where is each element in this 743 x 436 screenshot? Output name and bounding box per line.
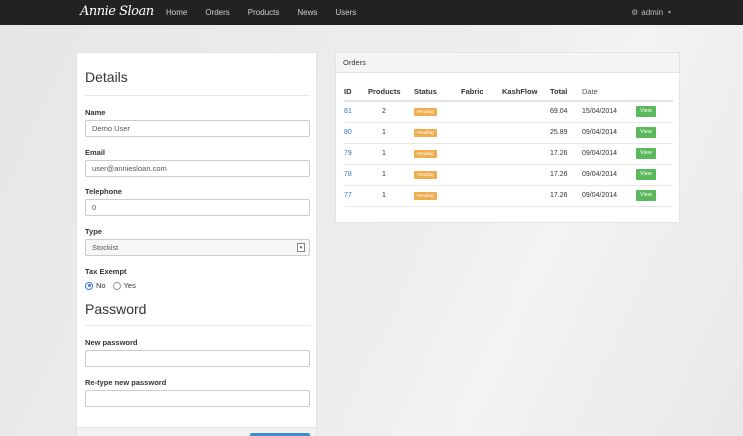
tax-exempt-no-radio[interactable] <box>85 281 93 290</box>
telephone-input[interactable] <box>85 199 310 216</box>
orders-header-row: ID Products Status Fabric KashFlow Total… <box>344 82 673 102</box>
top-navbar: Annie Sloan Home Orders Products News Us… <box>0 0 743 25</box>
order-kashflow <box>502 185 550 207</box>
orders-panel-heading: Orders <box>336 53 679 73</box>
tax-exempt-yes-label: Yes <box>123 281 136 290</box>
column-header-products: Products <box>368 82 414 102</box>
order-id-link[interactable]: 78 <box>344 171 352 178</box>
table-row: 77 1 Pending 17.26 09/04/2014 View <box>344 185 673 207</box>
order-products: 1 <box>368 164 414 186</box>
new-password-input[interactable] <box>85 350 310 367</box>
email-input[interactable] <box>85 160 310 177</box>
caret-down-icon: ▼ <box>667 9 672 16</box>
column-header-id: ID <box>344 82 368 102</box>
details-panel: Details Name Email Telephone Type Stocki… <box>76 52 317 436</box>
order-products: 1 <box>368 122 414 144</box>
orders-panel: Orders ID Products Status Fabric KashFlo… <box>335 52 680 223</box>
table-row: 80 1 Pending 25.89 09/04/2014 View <box>344 122 673 144</box>
column-header-action <box>636 82 673 102</box>
order-kashflow <box>502 122 550 144</box>
table-row: 78 1 Pending 17.26 09/04/2014 View <box>344 164 673 186</box>
type-select-value: Stockist <box>92 243 119 252</box>
gear-icon: ⚙ <box>631 8 639 17</box>
new-password-label: New password <box>85 338 138 347</box>
telephone-label: Telephone <box>85 187 122 196</box>
column-header-status: Status <box>414 82 461 102</box>
order-fabric <box>461 122 502 144</box>
nav-link-products[interactable]: Products <box>248 8 280 17</box>
email-label: Email <box>85 148 106 157</box>
column-header-fabric: Fabric <box>461 82 502 102</box>
order-total: 69.04 <box>550 101 582 123</box>
tax-exempt-label: Tax Exempt <box>85 267 127 276</box>
nav-links: Home Orders Products News Users <box>166 0 374 25</box>
nav-link-news[interactable]: News <box>297 8 317 17</box>
order-date: 09/04/2014 <box>582 185 636 207</box>
view-order-button[interactable]: View <box>636 127 656 138</box>
order-id-link[interactable]: 79 <box>344 150 352 157</box>
nav-link-orders[interactable]: Orders <box>205 8 229 17</box>
status-badge: Pending <box>414 191 437 200</box>
order-kashflow <box>502 101 550 123</box>
nav-link-home[interactable]: Home <box>166 8 187 17</box>
password-title: Password <box>85 301 147 317</box>
column-header-kashflow: KashFlow <box>502 82 550 102</box>
type-label: Type <box>85 227 102 236</box>
order-total: 17.26 <box>550 143 582 165</box>
order-fabric <box>461 164 502 186</box>
select-arrow-icon: ▾ <box>297 243 305 252</box>
order-total: 25.89 <box>550 122 582 144</box>
order-id-link[interactable]: 77 <box>344 192 352 199</box>
order-date: 09/04/2014 <box>582 122 636 144</box>
name-input[interactable] <box>85 120 310 137</box>
order-total: 17.26 <box>550 164 582 186</box>
order-products: 2 <box>368 101 414 123</box>
brand-logo[interactable]: Annie Sloan <box>80 2 154 22</box>
details-title: Details <box>85 69 128 85</box>
status-badge: Pending <box>414 170 437 179</box>
tax-exempt-radio-group: No Yes <box>85 281 143 290</box>
order-date: 15/04/2014 <box>582 101 636 123</box>
orders-table: ID Products Status Fabric KashFlow Total… <box>344 82 673 207</box>
order-kashflow <box>502 143 550 165</box>
column-header-total: Total <box>550 82 582 102</box>
divider <box>85 325 310 326</box>
order-fabric <box>461 101 502 123</box>
view-order-button[interactable]: View <box>636 190 656 201</box>
order-fabric <box>461 185 502 207</box>
user-menu[interactable]: ⚙ admin ▼ <box>631 0 672 25</box>
order-total: 17.26 <box>550 185 582 207</box>
column-header-date: Date <box>582 82 636 102</box>
order-fabric <box>461 143 502 165</box>
order-products: 1 <box>368 185 414 207</box>
order-kashflow <box>502 164 550 186</box>
tax-exempt-yes-radio[interactable] <box>112 281 121 290</box>
view-order-button[interactable]: View <box>636 169 656 180</box>
name-label: Name <box>85 108 106 117</box>
view-order-button[interactable]: View <box>636 106 656 118</box>
table-row: 79 1 Pending 17.26 09/04/2014 View <box>344 143 673 165</box>
user-menu-label: admin <box>641 8 664 17</box>
table-row: 81 2 Pending 69.04 15/04/2014 View <box>344 101 673 123</box>
order-date: 09/04/2014 <box>582 164 636 186</box>
status-badge: Pending <box>414 128 437 137</box>
order-id-link[interactable]: 80 <box>344 129 352 136</box>
order-date: 09/04/2014 <box>582 143 636 165</box>
status-badge: Pending <box>414 149 437 158</box>
status-badge: Pending <box>414 107 437 116</box>
tax-exempt-no-label: No <box>96 281 106 290</box>
nav-link-users[interactable]: Users <box>335 8 356 17</box>
retype-password-label: Re-type new password <box>85 378 167 387</box>
divider <box>85 95 310 96</box>
type-select[interactable]: Stockist ▾ <box>85 239 310 256</box>
view-order-button[interactable]: View <box>636 148 656 159</box>
retype-password-input[interactable] <box>85 390 310 407</box>
order-products: 1 <box>368 143 414 165</box>
order-id-link[interactable]: 81 <box>344 108 352 115</box>
